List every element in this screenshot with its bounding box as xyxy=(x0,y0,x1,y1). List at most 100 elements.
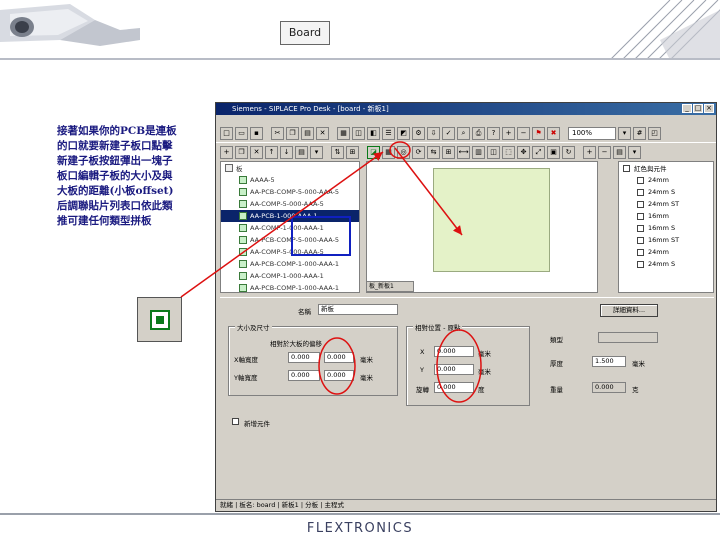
save-icon[interactable]: ▪ xyxy=(250,127,263,140)
width-input[interactable]: 0.000 xyxy=(288,352,320,363)
tree-item[interactable]: AA-COMP-5-000-AAA-5 xyxy=(221,198,359,210)
feeder-icon[interactable]: ◧ xyxy=(367,127,380,140)
align-icon[interactable]: ⊞ xyxy=(442,145,455,159)
rotate-icon[interactable]: ⟳ xyxy=(412,145,425,159)
height-rotation-input[interactable]: 0.000 xyxy=(324,370,354,381)
tree-item[interactable]: AAAA-5 xyxy=(221,174,359,186)
name-input[interactable]: 新板 xyxy=(318,304,398,315)
refresh-icon[interactable]: ↻ xyxy=(562,145,575,159)
tree-down-icon[interactable]: ↓ xyxy=(280,145,293,159)
board-grid-icon[interactable]: ▦ xyxy=(382,145,395,159)
view-icon[interactable]: ▾ xyxy=(618,127,631,140)
rotation-input[interactable]: 0.000 xyxy=(434,382,474,393)
maximize-icon[interactable]: □ xyxy=(693,104,703,113)
tree-item[interactable]: AA-PCB-COMP-1-000-AAA-1 xyxy=(221,258,359,270)
find-icon[interactable]: ⌕ xyxy=(457,127,470,140)
tree-new-icon[interactable]: + xyxy=(220,145,233,159)
x-offset-input[interactable]: 0.000 xyxy=(434,346,474,357)
list-props-icon[interactable]: ▤ xyxy=(613,145,626,159)
grid-icon[interactable]: # xyxy=(633,127,646,140)
board-view-pane[interactable] xyxy=(366,161,598,293)
height-unit: 毫米 xyxy=(360,374,373,382)
board-icon[interactable]: ▦ xyxy=(337,127,350,140)
mirror-icon[interactable]: ⇆ xyxy=(427,145,440,159)
new-subboard-button[interactable]: ◪ xyxy=(367,145,380,159)
list-filter-icon[interactable]: ▾ xyxy=(628,145,641,159)
paste-icon[interactable]: ▤ xyxy=(301,127,314,140)
add-component-checkbox[interactable] xyxy=(232,418,239,425)
open-icon[interactable]: ▭ xyxy=(235,127,248,140)
select-icon[interactable]: ⬚ xyxy=(502,145,515,159)
download-icon[interactable]: ⇩ xyxy=(427,127,440,140)
width-unit: 毫米 xyxy=(360,356,373,364)
delete-icon[interactable]: ✕ xyxy=(316,127,329,140)
zoom-in-icon[interactable]: + xyxy=(502,127,515,140)
measure-icon[interactable]: ⟷ xyxy=(457,145,470,159)
station-icon[interactable]: ◩ xyxy=(397,127,410,140)
component-place-icon[interactable]: ◫ xyxy=(487,145,500,159)
list-root[interactable]: 紅色與元件 xyxy=(619,162,713,174)
board-view-icon[interactable]: ▣ xyxy=(547,145,560,159)
add-component-label: 新增元件 xyxy=(244,420,270,428)
list-item[interactable]: 16mm xyxy=(619,210,713,222)
component-icon[interactable]: ◫ xyxy=(352,127,365,140)
optimize-icon[interactable]: ⚙ xyxy=(412,127,425,140)
list-item[interactable]: 24mm S xyxy=(619,258,713,270)
list-remove-icon[interactable]: − xyxy=(598,145,611,159)
tree-root[interactable]: 板 xyxy=(221,162,359,174)
slide-title: Board xyxy=(280,21,330,45)
tree-props-icon[interactable]: ▤ xyxy=(295,145,308,159)
board-canvas[interactable] xyxy=(433,168,550,272)
tree-item[interactable]: AA-COMP-1-000-AAA-1 xyxy=(221,270,359,282)
check-icon[interactable]: ✓ xyxy=(442,127,455,140)
tab-board[interactable]: 板_新板1 xyxy=(366,281,414,292)
print-icon[interactable]: ⎙ xyxy=(472,127,485,140)
list-item[interactable]: 24mm xyxy=(619,246,713,258)
fiducial-icon[interactable]: ◎ xyxy=(397,145,410,159)
list-item[interactable]: 24mm ST xyxy=(619,198,713,210)
cut-icon[interactable]: ✂ xyxy=(271,127,284,140)
array-icon[interactable]: ▥ xyxy=(472,145,485,159)
instruction-text: 接著如果你的PCB是連板的口就要新建子板口點擊新建子板按鈕彈出一塊子板口編輯子板… xyxy=(57,125,177,227)
close-icon[interactable]: × xyxy=(704,104,714,113)
menu-bar xyxy=(216,115,716,125)
tree-item[interactable]: AA-PCB-COMP-5-000-AAA-5 xyxy=(221,186,359,198)
y-offset-input[interactable]: 0.000 xyxy=(434,364,474,375)
list-item[interactable]: 16mm ST xyxy=(619,234,713,246)
thickness-input[interactable]: 1.500 xyxy=(592,356,626,367)
list-add-icon[interactable]: + xyxy=(583,145,596,159)
tree-filter-icon[interactable]: ▾ xyxy=(310,145,323,159)
subboard-selection[interactable] xyxy=(291,216,351,256)
tree-item[interactable]: AA-PCB-COMP-1-000-AAA-1 xyxy=(221,282,359,292)
tree-up-icon[interactable]: ↑ xyxy=(265,145,278,159)
width-rotation-input[interactable]: 0.000 xyxy=(324,352,354,363)
header-divider xyxy=(0,58,720,60)
zoom-fit-icon[interactable]: ⤢ xyxy=(532,145,545,159)
type-label: 類型 xyxy=(550,336,563,344)
x-label: X xyxy=(420,348,425,356)
component-list-pane[interactable]: 紅色與元件 24mm 24mm S 24mm ST 16mm 16mm S 16… xyxy=(618,161,714,293)
list-item[interactable]: 16mm S xyxy=(619,222,713,234)
tool-red-icon[interactable]: ⚑ xyxy=(532,127,545,140)
zoom-combo[interactable]: 100% xyxy=(568,127,616,140)
tree-delete-icon[interactable]: ✕ xyxy=(250,145,263,159)
help-icon[interactable]: ? xyxy=(487,127,500,140)
details-button[interactable]: 詳細資料... xyxy=(600,304,658,317)
zoom-out-icon[interactable]: − xyxy=(517,127,530,140)
tree-sort-icon[interactable]: ⇅ xyxy=(331,145,344,159)
tree-copy-icon[interactable]: ❐ xyxy=(235,145,248,159)
thickness-label: 厚度 xyxy=(550,360,563,368)
tree-expand-icon[interactable]: ⊞ xyxy=(346,145,359,159)
pan-icon[interactable]: ✥ xyxy=(517,145,530,159)
list-item[interactable]: 24mm S xyxy=(619,186,713,198)
new-icon[interactable]: □ xyxy=(220,127,233,140)
type-field xyxy=(598,332,658,343)
new-subboard-icon xyxy=(137,297,182,342)
list-item[interactable]: 24mm xyxy=(619,174,713,186)
copy-icon[interactable]: ❐ xyxy=(286,127,299,140)
line-icon[interactable]: ☰ xyxy=(382,127,395,140)
window-icon[interactable]: ◰ xyxy=(648,127,661,140)
minimize-icon[interactable]: _ xyxy=(682,104,692,113)
height-input[interactable]: 0.000 xyxy=(288,370,320,381)
tool-x-icon[interactable]: ✖ xyxy=(547,127,560,140)
